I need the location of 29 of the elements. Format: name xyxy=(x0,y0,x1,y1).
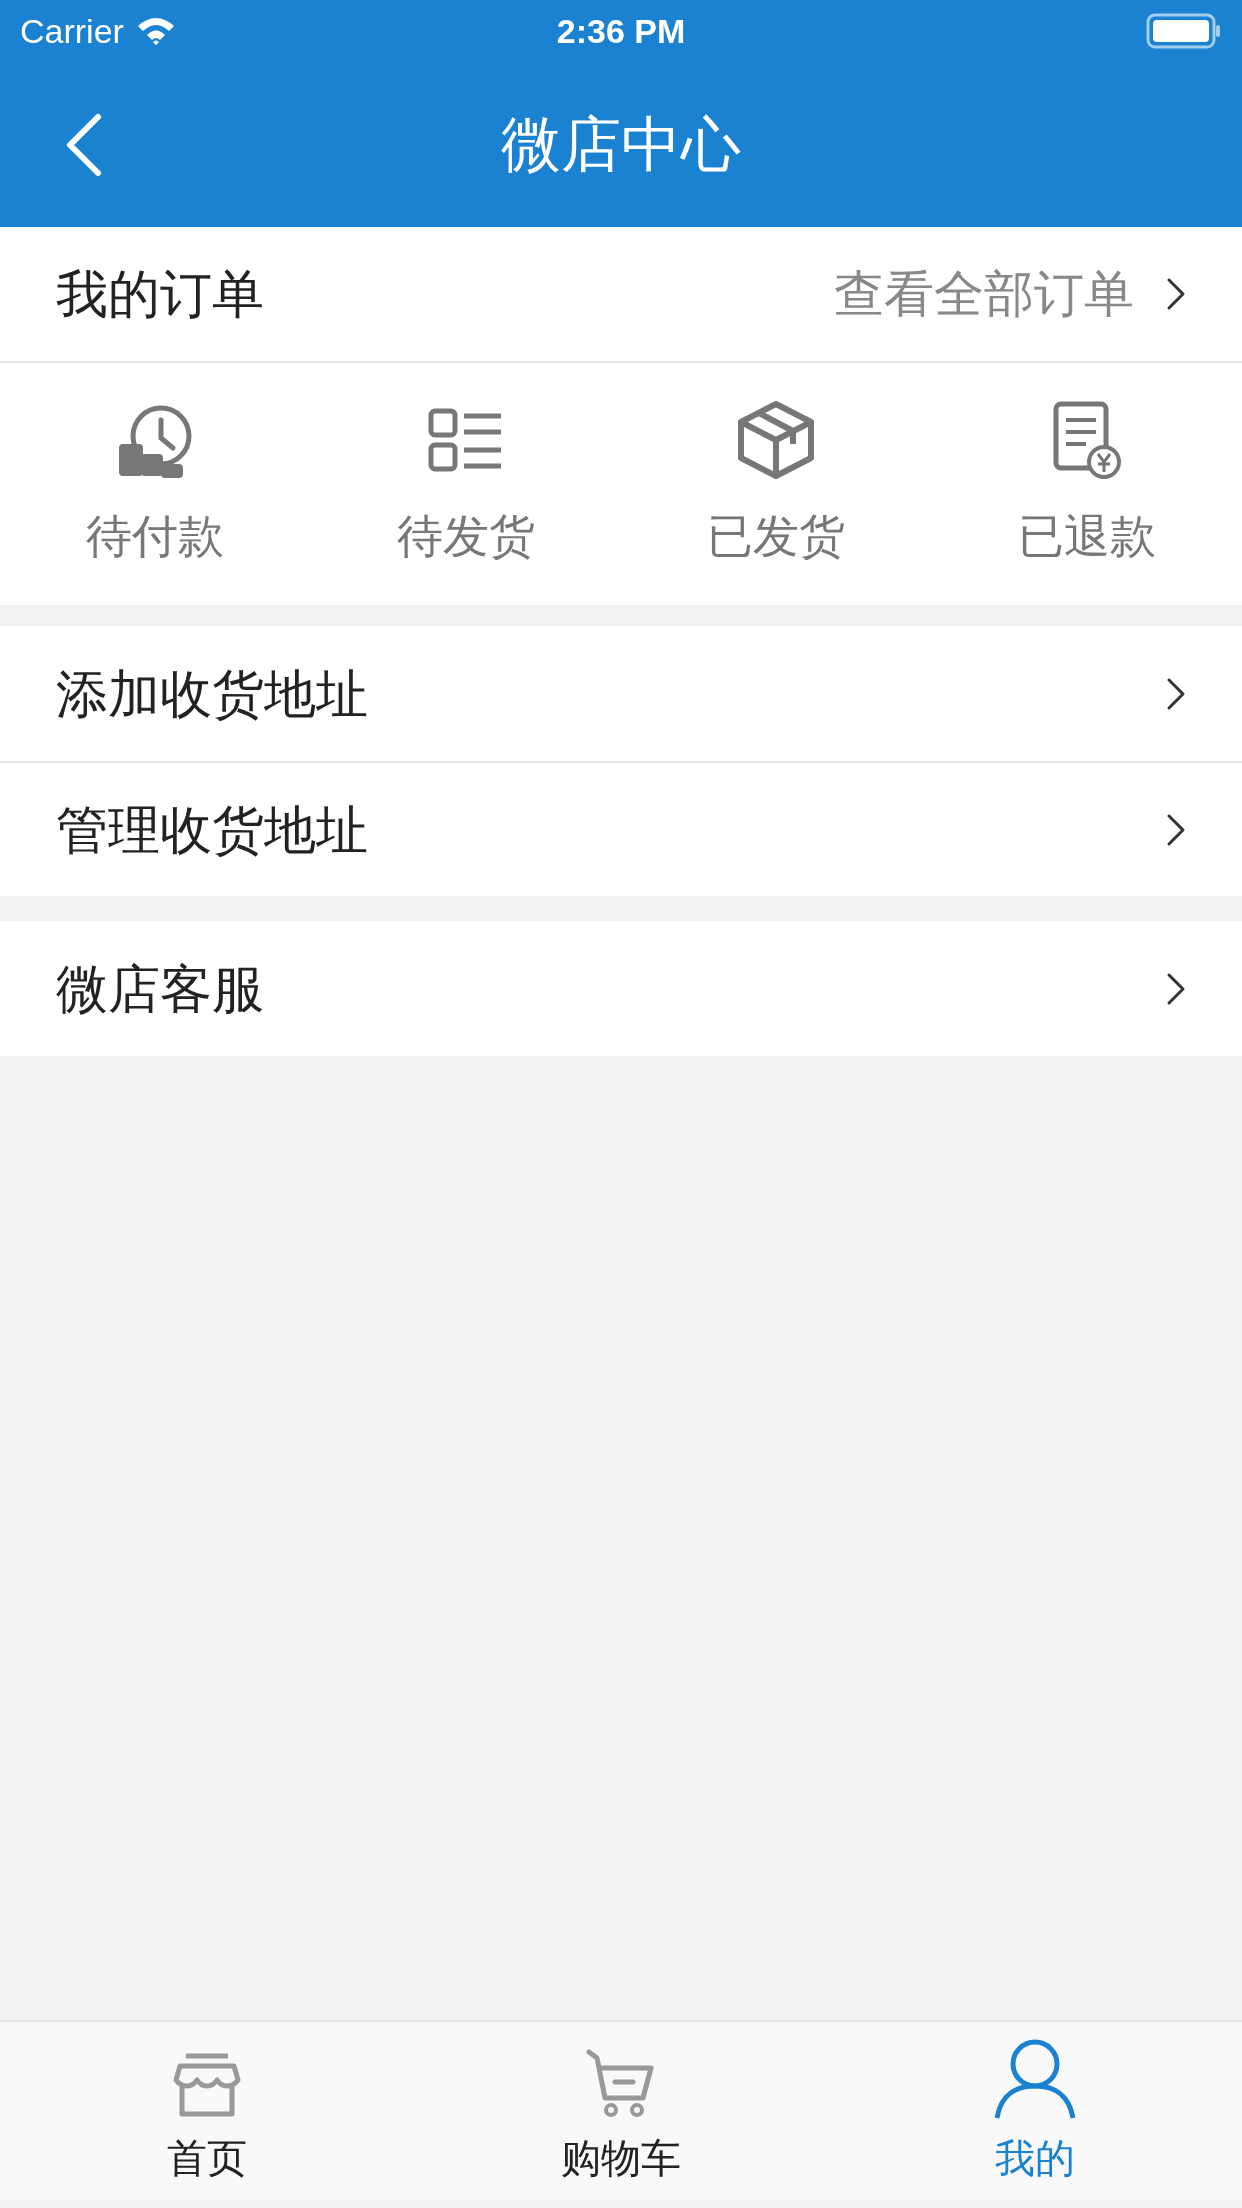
menu-label: 添加收货地址 xyxy=(56,663,368,725)
chevron-right-icon xyxy=(1166,676,1186,711)
list-icon xyxy=(427,407,504,472)
order-status-button[interactable]: 待付款 xyxy=(0,363,311,605)
view-all-orders-link[interactable]: 查看全部订单 xyxy=(834,256,1134,332)
box-icon xyxy=(737,399,816,480)
status-time: 2:36 PM xyxy=(556,10,686,52)
tab-button[interactable]: 购物车 xyxy=(414,2022,828,2200)
battery-icon xyxy=(1146,13,1222,49)
menu-label: 管理收货地址 xyxy=(56,799,368,861)
tab-button[interactable]: 我的 xyxy=(828,2022,1242,2200)
menu-row[interactable]: 管理收货地址 xyxy=(0,761,1242,896)
chevron-right-icon xyxy=(1166,277,1186,311)
menu-row[interactable]: 微店客服 xyxy=(0,921,1242,1056)
order-status-button[interactable]: 待发货 xyxy=(310,363,621,605)
cart-icon[interactable] xyxy=(585,2048,657,2120)
back-icon[interactable] xyxy=(64,112,104,177)
chevron-right-icon xyxy=(1166,971,1186,1006)
order-status-button[interactable]: 已退款 xyxy=(931,363,1242,605)
tab-button[interactable]: 首页 xyxy=(0,2022,414,2200)
carrier-label: Carrier xyxy=(20,10,124,52)
menu-row[interactable]: 添加收货地址 xyxy=(0,626,1242,761)
orders-header[interactable]: 我的订单 查看全部订单 xyxy=(0,227,1242,363)
order-status-button[interactable]: 已发货 xyxy=(621,363,932,605)
page-title: 微店中心 xyxy=(501,109,741,180)
menu-label: 微店客服 xyxy=(56,958,264,1020)
chevron-right-icon xyxy=(1166,812,1186,847)
orders-title: 我的订单 xyxy=(56,264,264,325)
receipt-yen-icon xyxy=(1051,399,1122,480)
